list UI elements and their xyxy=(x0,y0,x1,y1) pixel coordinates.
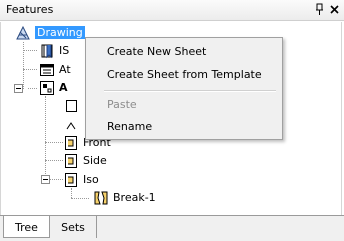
view-icon xyxy=(63,172,79,188)
tree-connector xyxy=(71,188,72,198)
tab-tree[interactable]: Tree xyxy=(3,216,50,238)
tree-connector xyxy=(45,160,63,161)
tree-connector xyxy=(71,198,89,199)
collapse-toggle[interactable] xyxy=(41,175,50,184)
break-icon xyxy=(93,190,109,206)
tree-connector xyxy=(49,179,63,180)
drawing-icon xyxy=(15,25,31,41)
view-icon xyxy=(63,98,79,114)
menu-separator xyxy=(104,90,276,92)
tree-connector xyxy=(28,88,37,89)
tree-item-label: Iso xyxy=(83,173,99,186)
tree-item-label: Drawing xyxy=(35,26,85,39)
panel-header: Features xyxy=(0,0,344,21)
view-icon xyxy=(63,153,79,169)
context-menu: Create New Sheet Create Sheet from Templ… xyxy=(85,37,283,140)
menu-item-paste: Paste xyxy=(107,98,137,111)
collapse-toggle[interactable] xyxy=(14,84,23,93)
tree-connector xyxy=(23,50,37,51)
features-panel: Features Drawing IS At A Front Side Iso … xyxy=(0,0,344,241)
tree-connector xyxy=(23,69,37,70)
pin-icon[interactable] xyxy=(314,3,326,16)
book-icon xyxy=(39,43,55,59)
view-icon xyxy=(63,135,79,151)
tree-connector xyxy=(45,96,46,182)
close-icon[interactable] xyxy=(329,3,341,16)
view-icon xyxy=(63,117,79,133)
tree-item-label: Break-1 xyxy=(113,191,156,204)
tab-sets[interactable]: Sets xyxy=(50,216,97,238)
tree-item-label: IS xyxy=(59,44,70,57)
tree-connector xyxy=(45,142,63,143)
menu-item-create-sheet-from-template[interactable]: Create Sheet from Template xyxy=(87,65,281,85)
sheet-icon xyxy=(39,80,55,96)
tree-item-label: At xyxy=(59,63,71,76)
menu-item-create-new-sheet[interactable]: Create New Sheet xyxy=(87,42,281,62)
menu-item-rename[interactable]: Rename xyxy=(87,117,281,137)
tree-item-label: A xyxy=(59,81,68,94)
panel-title: Features xyxy=(6,3,54,16)
panel-tabs: Tree Sets xyxy=(0,215,344,241)
tree-item-label: Side xyxy=(83,154,107,167)
table-icon xyxy=(39,62,55,78)
